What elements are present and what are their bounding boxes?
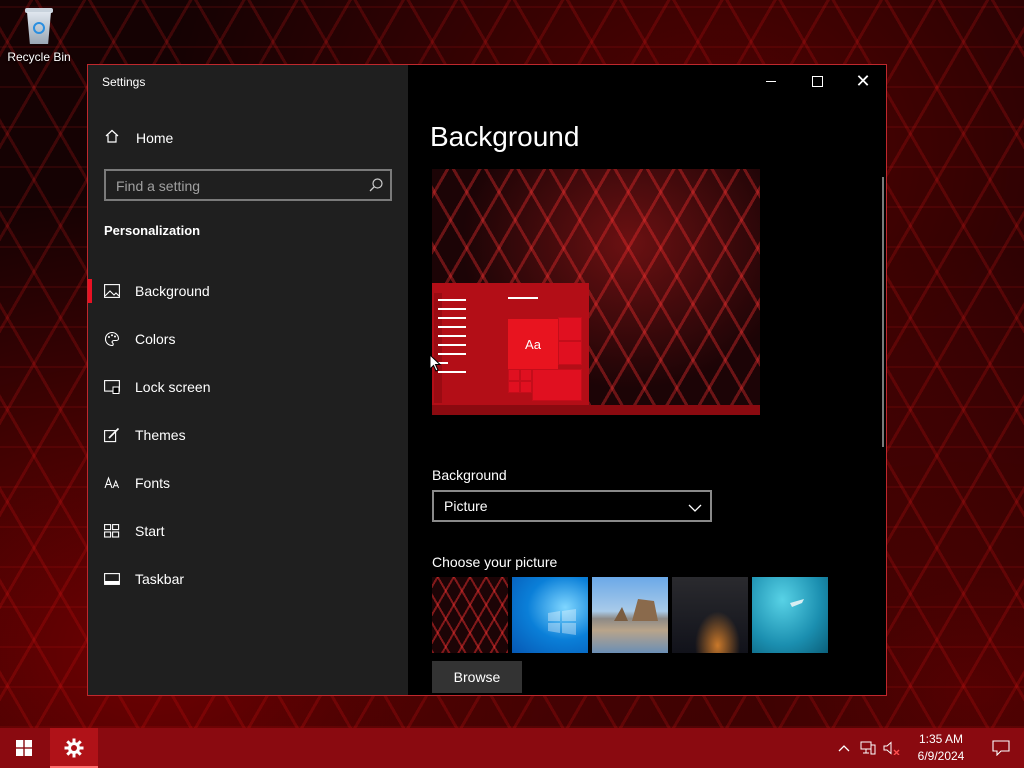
sidebar-item-themes[interactable]: Themes [88, 411, 408, 459]
desktop: Recycle Bin Settings Home Personalizatio… [0, 0, 1024, 768]
taskbar: 1:35 AM 6/9/2024 [0, 728, 1024, 768]
sidebar-item-lock-screen[interactable]: Lock screen [88, 363, 408, 411]
fonts-icon [104, 475, 122, 491]
browse-button[interactable]: Browse [432, 661, 522, 693]
minimize-button[interactable] [748, 65, 794, 97]
sidebar-item-start[interactable]: Start [88, 507, 408, 555]
background-type-dropdown[interactable]: Picture [432, 490, 712, 522]
rock-arch-icon [614, 599, 658, 621]
taskbar-icon [104, 571, 122, 587]
themes-icon [104, 427, 122, 443]
picture-thumbnail[interactable] [512, 577, 588, 653]
picture-thumbnail[interactable] [752, 577, 828, 653]
scrollbar[interactable] [882, 177, 884, 447]
search-icon[interactable] [368, 177, 384, 193]
start-button[interactable] [0, 728, 48, 768]
choose-picture-label: Choose your picture [432, 554, 558, 570]
network-icon[interactable] [856, 741, 880, 755]
sidebar-item-label: Themes [135, 427, 186, 443]
recycle-bin-icon [22, 6, 56, 46]
chevron-up-icon [838, 745, 850, 752]
background-type-value: Picture [444, 498, 488, 514]
close-button[interactable]: ✕ [840, 65, 886, 97]
personalization-nav: Background Colors Lock screen Themes Fon… [88, 267, 408, 603]
picture-thumbnail[interactable] [592, 577, 668, 653]
picture-thumbnail[interactable] [672, 577, 748, 653]
taskbar-settings-app[interactable] [50, 728, 98, 768]
search-input[interactable] [106, 171, 368, 201]
section-title: Personalization [104, 223, 201, 238]
sidebar-item-label: Background [135, 283, 210, 299]
picture-icon [104, 283, 122, 299]
search-box[interactable] [104, 169, 392, 201]
picture-thumbnails [432, 577, 832, 653]
show-hidden-icons-button[interactable] [832, 744, 856, 752]
window-title: Settings [102, 75, 146, 89]
sidebar-item-taskbar[interactable]: Taskbar [88, 555, 408, 603]
chevron-down-icon [688, 500, 702, 516]
clock[interactable]: 1:35 AM 6/9/2024 [908, 731, 974, 765]
recycle-bin-label: Recycle Bin [7, 50, 71, 64]
background-type-label: Background [432, 467, 507, 483]
palette-icon [104, 331, 122, 347]
lock-screen-icon [104, 379, 122, 395]
sidebar-item-fonts[interactable]: Fonts [88, 459, 408, 507]
preview-start-menu: Aa [432, 283, 589, 405]
maximize-button[interactable] [794, 65, 840, 97]
window-controls: ✕ [748, 65, 886, 97]
clock-date: 6/9/2024 [917, 749, 965, 763]
sidebar-item-label: Taskbar [135, 571, 185, 587]
sidebar-item-colors[interactable]: Colors [88, 315, 408, 363]
windows-logo-icon [16, 740, 32, 756]
page-title: Background [430, 121, 580, 152]
background-preview: Aa [432, 169, 760, 415]
start-icon [104, 523, 122, 539]
sidebar-item-label: Lock screen [135, 379, 211, 395]
system-tray: 1:35 AM 6/9/2024 [832, 728, 1024, 768]
picture-thumbnail[interactable] [432, 577, 508, 653]
sidebar-item-label: Fonts [135, 475, 171, 491]
minimize-icon [766, 80, 776, 82]
sidebar-item-label: Colors [135, 331, 176, 347]
swimmer-icon [790, 599, 804, 607]
notification-icon [992, 740, 1010, 756]
home-label: Home [136, 129, 174, 146]
maximize-icon [811, 75, 823, 87]
volume-muted-icon[interactable] [880, 741, 904, 755]
close-icon: ✕ [855, 71, 871, 91]
settings-content: ✕ Background Aa Background Picture Choos… [408, 65, 886, 695]
preview-sample-text: Aa [508, 319, 558, 369]
home-nav-item[interactable]: Home [104, 128, 173, 147]
sidebar-item-background[interactable]: Background [88, 267, 408, 315]
settings-window: Settings Home Personalization [87, 64, 887, 696]
recycle-bin-shortcut[interactable]: Recycle Bin [4, 6, 74, 64]
sidebar-item-label: Start [135, 523, 165, 539]
gear-icon [64, 738, 84, 758]
action-center-button[interactable] [978, 740, 1024, 756]
windows-logo-icon [548, 609, 576, 635]
mouse-cursor-icon [429, 353, 442, 377]
clock-time: 1:35 AM [918, 732, 964, 746]
home-icon [104, 128, 120, 147]
settings-sidebar: Settings Home Personalization [88, 65, 408, 695]
